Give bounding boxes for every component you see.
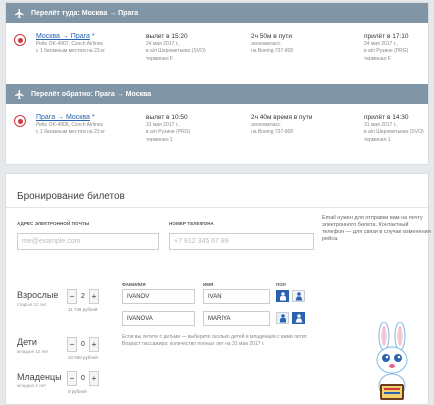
inbound-flight: Рейс OK-4906, Czech Airlines	[36, 122, 104, 128]
contact-note: Email нужен для отправки вам на почту эл…	[322, 215, 431, 242]
outbound-depart-date: 24 мая 2017 г.,	[146, 41, 180, 47]
inbound-depart: вылет в 10:50	[146, 114, 188, 121]
female-icon	[295, 313, 302, 322]
name-field-2[interactable]: MARIYA	[203, 311, 270, 326]
outbound-arrive-date: 24 мая 2017 г.,	[364, 41, 398, 47]
inbound-arrive-terminal: терминал 1	[364, 136, 391, 143]
infants-sub: младше 2 лет	[17, 383, 47, 388]
infants-price: 0 рублей	[68, 389, 87, 394]
outbound-arrive-airport: в а/п Рузине (PRG)	[364, 48, 409, 55]
inbound-baggage: с 1 багажным местом на 23 кг	[36, 129, 106, 136]
inbound-arrive: прилёт в 14:30	[364, 114, 409, 121]
phone-field[interactable]: +7 912 345 67 89	[169, 233, 314, 250]
plane-icon	[14, 89, 25, 100]
inbound-header: Перелёт обратно: Прага → Москва	[6, 84, 428, 104]
booking-card: Бронирование билетов АДРЕС ЭЛЕКТРОННОЙ П…	[5, 173, 431, 405]
adults-minus-button[interactable]: −	[67, 289, 77, 304]
outbound-class: экономкласс	[251, 41, 281, 47]
infants-stepper: − 0 +	[67, 371, 99, 386]
adults-count: 2	[81, 293, 85, 300]
outbound-depart-terminal: терминал F	[146, 55, 173, 62]
czech-airlines-logo-icon	[14, 115, 26, 127]
adults-label: Взрослые	[17, 290, 59, 300]
outbound-duration: 2ч 50м в пути	[251, 33, 292, 40]
infants-count: 0	[81, 375, 85, 382]
children-minus-button[interactable]: −	[67, 337, 77, 352]
czech-airlines-logo-icon	[14, 34, 26, 46]
adults-stepper: − 2 +	[67, 289, 99, 304]
children-sub: младше 12 лет	[17, 349, 49, 354]
inbound-aircraft: на Boeing 737-800	[251, 129, 294, 136]
inbound-duration: 2ч 40м время в пути	[251, 114, 313, 121]
surname-field-1[interactable]: IVANOV	[122, 289, 195, 304]
male-toggle-1[interactable]	[276, 290, 289, 302]
outbound-depart-airport: в а/п Шереметьево (SVO)	[146, 48, 206, 55]
booking-title: Бронирование билетов	[17, 191, 125, 202]
gender-header: ПОЛ	[276, 282, 286, 287]
outbound-depart: вылет в 15:20	[146, 33, 188, 40]
inbound-depart-date: 31 мая 2017 г.,	[146, 122, 180, 128]
outbound-flight: Рейс OK-4907, Czech Airlines	[36, 41, 104, 47]
children-stepper: − 0 +	[67, 337, 99, 352]
adults-plus-button[interactable]: +	[89, 289, 99, 304]
male-icon	[279, 291, 286, 300]
bunny-mascot-icon	[376, 322, 408, 400]
adults-sub: старше 12 лет	[17, 302, 47, 307]
outbound-header-text: Перелёт туда: Москва → Прага	[31, 9, 139, 17]
email-field[interactable]: me@example.com	[17, 233, 159, 250]
surname-field-2[interactable]: IVANOVA	[122, 311, 195, 326]
outbound-arrive-terminal: терминал F	[364, 55, 391, 62]
name-header: ИМЯ	[203, 282, 214, 287]
infants-minus-button[interactable]: −	[67, 371, 77, 386]
outbound-arrive: прилёт в 17:10	[364, 33, 409, 40]
plane-icon	[14, 8, 25, 19]
route-star: *	[91, 33, 95, 40]
kids-note: Если вы летите с детьми — выберите сколь…	[122, 334, 308, 347]
inbound-header-text: Перелёт обратно: Прага → Москва	[31, 90, 152, 98]
outbound-segment: Москва → Прага * Рейс OK-4907, Czech Air…	[6, 23, 428, 84]
male-toggle-2[interactable]	[276, 312, 289, 324]
inbound-depart-airport: в а/п Рузине (PRG)	[146, 129, 191, 136]
children-price: 10 550 рублей	[68, 355, 98, 360]
outbound-header: Перелёт туда: Москва → Прага	[6, 3, 428, 23]
inbound-segment: Прага → Москва * Рейс OK-4906, Czech Air…	[6, 104, 428, 165]
children-count: 0	[81, 341, 85, 348]
female-toggle-1[interactable]	[292, 290, 305, 302]
route-star: *	[91, 114, 95, 121]
female-icon	[295, 291, 302, 300]
divider	[6, 207, 428, 208]
inbound-arrive-airport: в а/п Шереметьево (SVO)	[364, 129, 424, 136]
female-toggle-2[interactable]	[292, 312, 305, 324]
children-label: Дети	[17, 337, 37, 347]
infants-plus-button[interactable]: +	[89, 371, 99, 386]
inbound-class: экономкласс	[251, 122, 281, 128]
outbound-route-link[interactable]: Москва → Прага	[36, 33, 90, 40]
name-field-1[interactable]: IVAN	[203, 289, 270, 304]
outbound-aircraft: на Boeing 737-800	[251, 48, 294, 55]
inbound-route-link[interactable]: Прага → Москва	[36, 114, 90, 121]
infants-label: Младенцы	[17, 372, 62, 382]
adults-price: 11 746 рублей	[68, 307, 98, 312]
inbound-arrive-date: 31 мая 2017 г.,	[364, 122, 398, 128]
outbound-baggage: с 1 багажным местом на 23 кг	[36, 48, 106, 55]
inbound-depart-terminal: терминал 1	[146, 136, 173, 143]
flights-card: Перелёт туда: Москва → Прага Москва → Пр…	[5, 2, 429, 165]
email-label: АДРЕС ЭЛЕКТРОННОЙ ПОЧТЫ	[17, 221, 90, 226]
phone-label: НОМЕР ТЕЛЕФОНА	[169, 221, 214, 226]
male-icon	[279, 313, 286, 322]
children-plus-button[interactable]: +	[89, 337, 99, 352]
surname-header: ФАМИЛИЯ	[122, 282, 146, 287]
